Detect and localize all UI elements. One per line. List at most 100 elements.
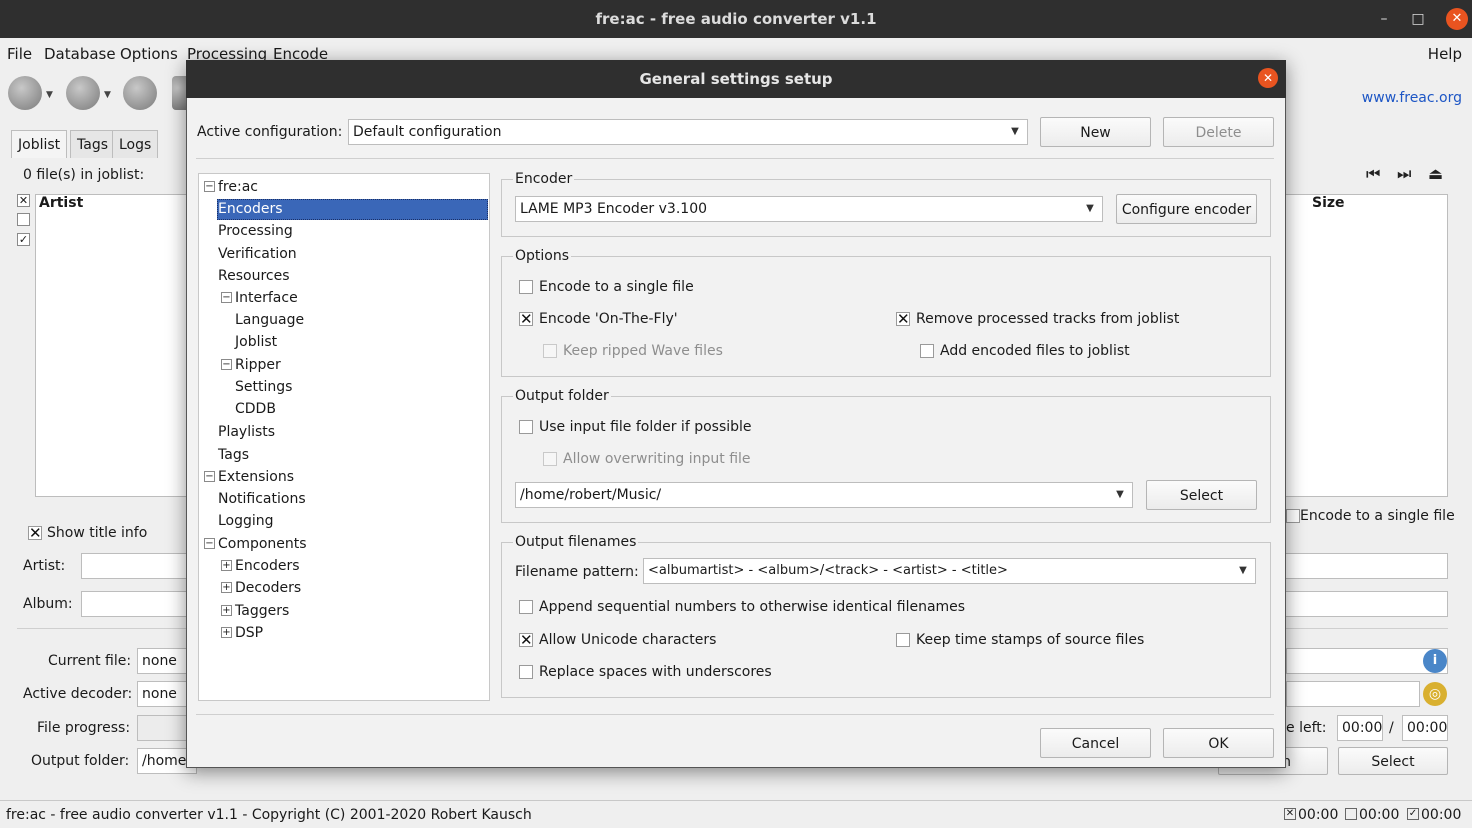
menu-options[interactable]: Options bbox=[120, 45, 178, 63]
maximize-button[interactable]: □ bbox=[1404, 0, 1432, 38]
tree-item-resources[interactable]: Resources bbox=[218, 268, 290, 284]
music-note-icon[interactable] bbox=[123, 76, 157, 110]
configure-encoder-button[interactable]: Configure encoder bbox=[1116, 194, 1257, 224]
collapse-icon[interactable]: − bbox=[204, 181, 215, 192]
add-encoded-checkbox[interactable] bbox=[920, 344, 934, 358]
menu-file[interactable]: File bbox=[7, 45, 32, 63]
close-button[interactable]: ✕ bbox=[1446, 8, 1468, 30]
tree-item-interface[interactable]: Interface bbox=[235, 290, 298, 306]
chevron-down-icon[interactable]: ▼ bbox=[1108, 483, 1132, 507]
tree-item-language[interactable]: Language bbox=[235, 312, 304, 328]
next-track-icon[interactable]: ⏭ bbox=[1397, 164, 1411, 184]
file-progress-label: File progress: bbox=[37, 720, 131, 736]
active-config-select[interactable]: Default configuration ▼ bbox=[348, 119, 1028, 145]
keep-timestamps-checkbox[interactable] bbox=[896, 633, 910, 647]
tree-item-component-encoders[interactable]: Encoders bbox=[235, 558, 300, 574]
encoder-select[interactable]: LAME MP3 Encoder v3.100 ▼ bbox=[515, 196, 1103, 222]
tree-item-verification[interactable]: Verification bbox=[218, 246, 297, 262]
encode-single-file-checkbox[interactable] bbox=[519, 280, 533, 294]
replace-spaces-label: Replace spaces with underscores bbox=[539, 664, 772, 680]
eject-icon[interactable]: ⏏ bbox=[1428, 164, 1443, 183]
encode-single-checkbox[interactable] bbox=[1286, 509, 1300, 523]
menu-help[interactable]: Help bbox=[1428, 45, 1462, 63]
tab-logs[interactable]: Logs bbox=[112, 130, 159, 158]
status-time-3: 00:00 bbox=[1421, 807, 1462, 823]
select-folder-button[interactable]: Select bbox=[1146, 480, 1257, 510]
collapse-icon[interactable]: − bbox=[221, 292, 232, 303]
tab-tags[interactable]: Tags bbox=[70, 130, 115, 158]
keep-wave-checkbox[interactable] bbox=[543, 344, 557, 358]
chevron-down-icon[interactable]: ▼ bbox=[1003, 120, 1027, 144]
expand-icon[interactable]: + bbox=[221, 627, 232, 638]
status-unchecked-icon bbox=[1345, 808, 1357, 820]
delete-config-button[interactable]: Delete bbox=[1163, 117, 1274, 147]
status-checked-icon: ✕ bbox=[1284, 808, 1296, 820]
select-none-checkbox[interactable] bbox=[17, 213, 30, 226]
filename-pattern-value: <albumartist> - <album>/<track> - <artis… bbox=[648, 563, 1008, 578]
select-all-checkbox[interactable]: ✕ bbox=[17, 194, 30, 207]
current-file-label: Current file: bbox=[48, 653, 132, 669]
status-time-2: 00:00 bbox=[1359, 807, 1400, 823]
add-files-icon[interactable] bbox=[8, 76, 42, 110]
show-title-info-checkbox[interactable]: ✕ bbox=[28, 526, 42, 541]
tree-item-ripper[interactable]: Ripper bbox=[235, 357, 281, 373]
tree-item-tags[interactable]: Tags bbox=[218, 447, 249, 463]
tree-item-processing[interactable]: Processing bbox=[218, 223, 293, 239]
tab-joblist[interactable]: Joblist bbox=[11, 130, 68, 158]
allow-overwrite-checkbox[interactable] bbox=[543, 452, 557, 466]
tree-item-notifications[interactable]: Notifications bbox=[218, 491, 306, 507]
use-input-folder-label: Use input file folder if possible bbox=[539, 419, 752, 435]
status-text: fre:ac - free audio converter v1.1 - Cop… bbox=[6, 807, 532, 823]
chevron-down-icon[interactable]: ▼ bbox=[104, 90, 111, 100]
website-link[interactable]: www.freac.org bbox=[1362, 90, 1462, 106]
tree-item-settings[interactable]: Settings bbox=[235, 379, 292, 395]
cancel-button[interactable]: Cancel bbox=[1040, 728, 1151, 758]
new-config-button[interactable]: New bbox=[1040, 117, 1151, 147]
collapse-icon[interactable]: − bbox=[204, 471, 215, 482]
output-select-button[interactable]: Select bbox=[1338, 747, 1448, 775]
add-cd-icon[interactable] bbox=[66, 76, 100, 110]
time-left-label: e left: bbox=[1286, 720, 1327, 736]
encode-single-label: Encode to a single file bbox=[1300, 508, 1455, 524]
append-sequential-checkbox[interactable] bbox=[519, 600, 533, 614]
tree-item-extensions[interactable]: Extensions bbox=[218, 469, 294, 485]
expand-icon[interactable]: + bbox=[221, 605, 232, 616]
tree-item-component-decoders[interactable]: Decoders bbox=[235, 580, 301, 596]
window-title: fre:ac - free audio converter v1.1 bbox=[595, 10, 877, 28]
filename-pattern-select[interactable]: <albumartist> - <album>/<track> - <artis… bbox=[643, 558, 1256, 584]
previous-track-icon[interactable]: ⏮ bbox=[1366, 164, 1380, 184]
chevron-down-icon[interactable]: ▼ bbox=[46, 90, 53, 100]
tree-item-freac[interactable]: fre:ac bbox=[218, 179, 258, 195]
encode-on-the-fly-checkbox[interactable]: ✕ bbox=[519, 312, 533, 327]
use-input-folder-checkbox[interactable] bbox=[519, 420, 533, 434]
tree-item-component-taggers[interactable]: Taggers bbox=[235, 603, 289, 619]
tree-item-components[interactable]: Components bbox=[218, 536, 307, 552]
minimize-button[interactable]: – bbox=[1370, 0, 1398, 38]
info-icon[interactable]: i bbox=[1423, 649, 1447, 673]
replace-spaces-checkbox[interactable] bbox=[519, 665, 533, 679]
dialog-close-icon[interactable]: ✕ bbox=[1258, 68, 1278, 88]
tree-item-cddb[interactable]: CDDB bbox=[235, 401, 276, 417]
expand-icon[interactable]: + bbox=[221, 560, 232, 571]
tree-item-logging[interactable]: Logging bbox=[218, 513, 274, 529]
tree-item-encoders[interactable]: Encoders bbox=[218, 201, 283, 217]
tree-item-component-dsp[interactable]: DSP bbox=[235, 625, 263, 641]
allow-unicode-checkbox[interactable]: ✕ bbox=[519, 633, 533, 648]
cd-icon[interactable]: ◎ bbox=[1423, 682, 1447, 706]
chevron-down-icon[interactable]: ▼ bbox=[1231, 559, 1255, 583]
chevron-down-icon[interactable]: ▼ bbox=[1078, 197, 1102, 221]
allow-unicode-label: Allow Unicode characters bbox=[539, 632, 717, 648]
collapse-icon[interactable]: − bbox=[221, 359, 232, 370]
toolbar-icon[interactable] bbox=[172, 76, 186, 110]
toggle-selection-checkbox[interactable]: ✓ bbox=[17, 233, 30, 246]
collapse-icon[interactable]: − bbox=[204, 538, 215, 549]
tree-item-joblist[interactable]: Joblist bbox=[235, 334, 277, 350]
menu-database[interactable]: Database bbox=[44, 45, 116, 63]
output-path-select[interactable]: /home/robert/Music/ ▼ bbox=[515, 482, 1133, 508]
column-size[interactable]: Size bbox=[1312, 195, 1345, 215]
column-artist[interactable]: Artist bbox=[39, 195, 83, 215]
ok-button[interactable]: OK bbox=[1163, 728, 1274, 758]
remove-processed-checkbox[interactable]: ✕ bbox=[896, 312, 910, 327]
expand-icon[interactable]: + bbox=[221, 582, 232, 593]
tree-item-playlists[interactable]: Playlists bbox=[218, 424, 275, 440]
